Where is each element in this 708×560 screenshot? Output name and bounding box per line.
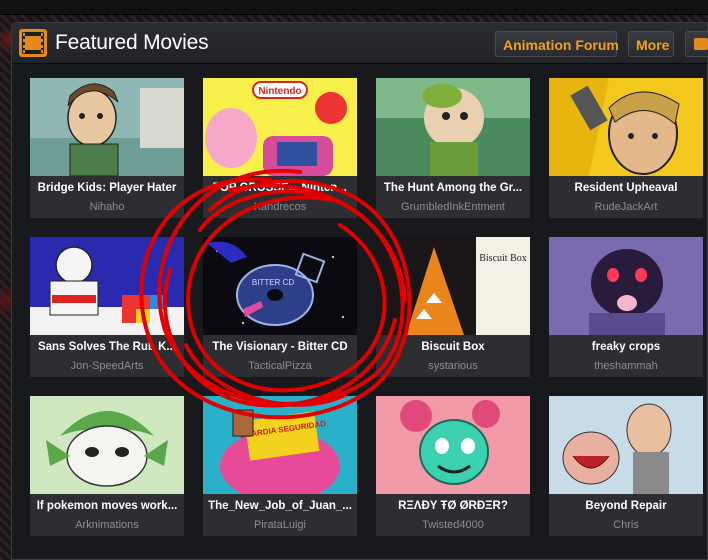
nintendo-logo-text: Nintendo — [258, 86, 301, 97]
movie-card-visionary-bitter-cd[interactable]: BITTER CD The Visionary - Bitter CD Tact… — [203, 237, 357, 387]
movie-thumbnail[interactable]: Nintendo — [203, 78, 357, 176]
movie-caption: freaky crops theshammah — [549, 335, 703, 377]
movie-caption: Beyond Repair Chris — [549, 494, 703, 536]
film-reel-icon — [19, 29, 47, 57]
movie-caption: The Hunt Among the Gr... GrumbledInkEntm… — [376, 176, 530, 218]
movie-caption: Sans Solves The Rub K... Jon-SpeedArts — [30, 335, 184, 377]
movie-author[interactable]: theshammah — [549, 360, 703, 372]
movie-caption: The Visionary - Bitter CD TacticalPizza — [203, 335, 357, 377]
movie-thumbnail[interactable] — [376, 78, 530, 176]
movie-title[interactable]: The Visionary - Bitter CD — [203, 341, 357, 353]
movie-caption: Bridge Kids: Player Hater Nihaho — [30, 176, 184, 218]
more-button[interactable]: More — [628, 31, 674, 57]
biscuit-box-label: Biscuit Box — [479, 253, 527, 264]
movie-author[interactable]: GrumbledInkEntment — [376, 201, 530, 213]
movie-title[interactable]: Bridge Kids: Player Hater — [30, 182, 184, 194]
movie-title[interactable]: Beyond Repair — [549, 500, 703, 512]
movie-title[interactable]: Biscuit Box — [376, 341, 530, 353]
movie-title[interactable]: If pokemon moves work... — [30, 500, 184, 512]
movie-thumbnail[interactable]: BITTER CD — [203, 237, 357, 335]
movie-author[interactable]: PirataLuigi — [203, 519, 357, 531]
movie-title[interactable]: The_New_Job_of_Juan_... — [203, 500, 357, 512]
movie-card-beyond-repair[interactable]: Beyond Repair Chris — [549, 396, 703, 546]
movie-card-ready-to-order[interactable]: RΞΛÐY ŦØ ØRÐΞR? Twisted4000 — [376, 396, 530, 546]
movie-card-pokemon-moves[interactable]: If pokemon moves work... Arknimations — [30, 396, 184, 546]
movie-author[interactable]: RudeJackArt — [549, 201, 703, 213]
movie-author[interactable]: Jon-SpeedArts — [30, 360, 184, 372]
movie-author[interactable]: Chris — [549, 519, 703, 531]
movie-card-bridge-kids[interactable]: Bridge Kids: Player Hater Nihaho — [30, 78, 184, 228]
movie-thumbnail[interactable] — [30, 396, 184, 494]
movie-thumbnail[interactable] — [30, 237, 184, 335]
movie-caption: TOP GROSSE... Ninten... Xandrecos — [203, 176, 357, 218]
movie-title[interactable]: Sans Solves The Rub K... — [30, 341, 184, 353]
movie-card-biscuit-box[interactable]: Biscuit Box Biscuit Box systarious — [376, 237, 530, 387]
movie-thumbnail[interactable]: Biscuit Box — [376, 237, 530, 335]
panel-header: Featured Movies Animation Forum More — [12, 23, 708, 64]
bitter-cd-label: BITTER CD — [252, 278, 294, 287]
movie-caption: RΞΛÐY ŦØ ØRÐΞR? Twisted4000 — [376, 494, 530, 536]
movie-title[interactable]: Resident Upheaval — [549, 182, 703, 194]
top-bar — [0, 0, 708, 15]
movie-caption: Resident Upheaval RudeJackArt — [549, 176, 703, 218]
movie-thumbnail[interactable] — [549, 237, 703, 335]
movie-author[interactable]: Nihaho — [30, 201, 184, 213]
movie-card-sans-solves[interactable]: Sans Solves The Rub K... Jon-SpeedArts — [30, 237, 184, 387]
movie-thumbnail[interactable] — [549, 396, 703, 494]
movie-caption: Biscuit Box systarious — [376, 335, 530, 377]
movie-thumbnail[interactable] — [30, 78, 184, 176]
movie-author[interactable]: Xandrecos — [203, 201, 357, 213]
options-button[interactable] — [685, 31, 708, 57]
movie-title[interactable]: The Hunt Among the Gr... — [376, 182, 530, 194]
movie-title[interactable]: freaky crops — [549, 341, 703, 353]
movie-card-hunt-among[interactable]: The Hunt Among the Gr... GrumbledInkEntm… — [376, 78, 530, 228]
movie-title[interactable]: TOP GROSSE... Ninten... — [203, 182, 357, 194]
movie-author[interactable]: Twisted4000 — [376, 519, 530, 531]
movie-card-new-job-juan[interactable]: GUARDIA SEGURIDAD The_New_Job_of_Juan_..… — [203, 396, 357, 546]
movie-thumbnail[interactable] — [549, 78, 703, 176]
movie-caption: If pokemon moves work... Arknimations — [30, 494, 184, 536]
movie-thumbnail[interactable]: GUARDIA SEGURIDAD — [203, 396, 357, 494]
movie-author[interactable]: TacticalPizza — [203, 360, 357, 372]
movie-author[interactable]: systarious — [376, 360, 530, 372]
panel-title: Featured Movies — [55, 31, 209, 54]
movie-card-resident-upheaval[interactable]: Resident Upheaval RudeJackArt — [549, 78, 703, 228]
movie-title[interactable]: RΞΛÐY ŦØ ØRÐΞR? — [376, 500, 530, 512]
movie-card-top-grossing-nintendo[interactable]: Nintendo TOP GROSSE... Ninten... Xandrec… — [203, 78, 357, 228]
movie-card-freaky-crops[interactable]: freaky crops theshammah — [549, 237, 703, 387]
movie-caption: The_New_Job_of_Juan_... PirataLuigi — [203, 494, 357, 536]
movie-author[interactable]: Arknimations — [30, 519, 184, 531]
movie-thumbnail[interactable] — [376, 396, 530, 494]
animation-forum-button[interactable]: Animation Forum — [495, 31, 619, 57]
menu-icon — [694, 38, 708, 50]
